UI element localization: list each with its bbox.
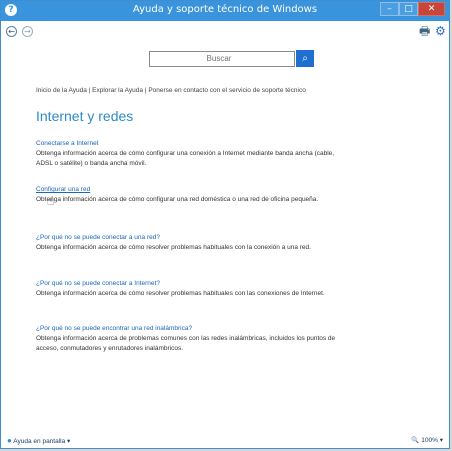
- topic-link-wireless-network[interactable]: ¿Por qué no se puede encontrar una red i…: [36, 324, 336, 334]
- topic-link-cannot-connect-internet[interactable]: ¿Por qué no se puede conectar a Internet…: [36, 279, 336, 289]
- topic-item: ¿Por qué no se puede conectar a una red?…: [36, 233, 336, 253]
- print-icon[interactable]: 🖶: [419, 25, 430, 37]
- zoom-level: 100%: [421, 437, 438, 444]
- topic-item: Configurar una red Obtenga información a…: [36, 185, 336, 205]
- search-button[interactable]: ⌕: [296, 50, 314, 67]
- topic-link-connect-internet[interactable]: Conectarse a Internet: [36, 139, 336, 149]
- minimize-button[interactable]: –: [380, 2, 399, 16]
- zoom-selector[interactable]: 🔍 100% ▾: [411, 436, 443, 444]
- close-button[interactable]: ✕: [418, 2, 445, 16]
- topic-item: Conectarse a Internet Obtenga informació…: [36, 139, 336, 169]
- topic-description: Obtenga información acerca de cómo confi…: [36, 196, 319, 203]
- title-bar: ? Ayuda y soporte técnico de Windows – □…: [1, 1, 449, 21]
- globe-icon: ●: [7, 436, 12, 445]
- gear-icon[interactable]: ⚙: [435, 25, 446, 37]
- status-bar: ● Ayuda en pantalla ▾ 🔍 100% ▾: [1, 433, 449, 449]
- help-window: ? Ayuda y soporte técnico de Windows – □…: [0, 0, 450, 449]
- topic-item: ¿Por qué no se puede conectar a Internet…: [36, 279, 336, 299]
- search-field[interactable]: [149, 51, 295, 67]
- topic-item: ¿Por qué no se puede encontrar una red i…: [36, 324, 336, 354]
- chevron-down-icon: ▾: [67, 438, 71, 445]
- topic-link-cannot-connect-network[interactable]: ¿Por qué no se puede conectar a una red?: [36, 233, 336, 243]
- breadcrumb-browse-link[interactable]: Explorar la Ayuda: [92, 87, 143, 94]
- zoom-icon: 🔍: [411, 437, 420, 444]
- chevron-down-icon: ▾: [439, 437, 443, 444]
- hand-cursor-icon: ☝: [47, 194, 55, 208]
- topic-description: Obtenga información acerca de problemas …: [36, 335, 336, 352]
- back-button[interactable]: ←: [6, 26, 17, 37]
- breadcrumb: Inicio de la Ayuda | Explorar la Ayuda |…: [36, 87, 306, 94]
- page-title: Internet y redes: [36, 108, 134, 124]
- breadcrumb-contact-link[interactable]: Ponerse en contacto con el servicio de s…: [148, 87, 306, 94]
- topic-description: Obtenga información acerca de cómo confi…: [36, 150, 335, 167]
- breadcrumb-home-link[interactable]: Inicio de la Ayuda: [36, 87, 87, 94]
- topic-description: Obtenga información acerca de cómo resol…: [36, 244, 311, 251]
- topic-description: Obtenga información acerca de cómo resol…: [36, 290, 325, 297]
- forward-button[interactable]: →: [22, 26, 33, 37]
- navigation-toolbar: ← → 🖶 ⚙: [1, 21, 449, 43]
- search-input[interactable]: [150, 52, 288, 66]
- help-mode-selector[interactable]: ● Ayuda en pantalla ▾: [7, 436, 70, 445]
- help-mode-label: Ayuda en pantalla: [13, 438, 66, 445]
- topic-link-setup-network[interactable]: Configurar una red: [36, 185, 336, 195]
- maximize-button[interactable]: □: [399, 2, 418, 16]
